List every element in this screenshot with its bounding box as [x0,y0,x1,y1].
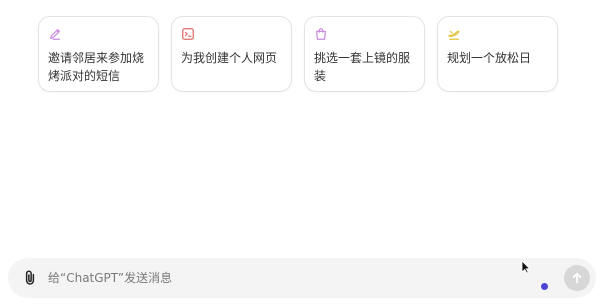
airplane-icon [448,30,460,40]
suggestion-card-personal-webpage[interactable]: 为我创建个人网页 [171,16,292,92]
suggestion-card-relax-day[interactable]: 规划一个放松日 [437,16,558,92]
suggestion-card-invite-bbq[interactable]: 邀请邻居来参加烧烤派对的短信 [38,16,159,92]
suggestion-card-outfit[interactable]: 挑选一套上镜的服装 [304,16,425,92]
message-composer [8,258,596,298]
suggestion-label: 为我创建个人网页 [181,51,278,65]
suggestion-label: 邀请邻居来参加烧烤派对的短信 [48,51,145,83]
mouse-cursor-icon [521,260,531,274]
send-button[interactable] [564,265,590,291]
suggestion-cards: 邀请邻居来参加烧烤派对的短信 为我创建个人网页 挑选一套上镜的服装 规划一个放松… [38,16,558,92]
suggestion-label: 规划一个放松日 [447,51,532,65]
suggestion-label: 挑选一套上镜的服装 [314,51,411,83]
attach-button[interactable] [20,268,40,288]
paperclip-icon [25,270,35,285]
status-dot [541,283,548,290]
shopping-bag-icon [316,28,326,40]
pencil-icon [50,29,60,40]
message-input[interactable] [48,268,508,288]
terminal-icon [182,28,194,40]
arrow-up-icon [572,272,582,284]
